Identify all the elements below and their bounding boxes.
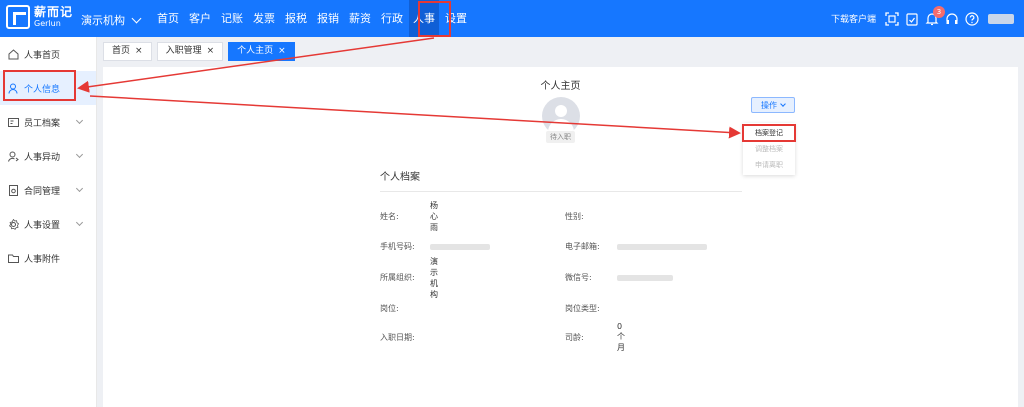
annotation-box-personal-info	[3, 70, 76, 101]
logo[interactable]: 薪而记 Gerlun	[6, 5, 73, 29]
field-label: 所属组织:	[380, 273, 415, 282]
logo-text: 薪而记	[34, 5, 74, 19]
field-label: 微信号:	[565, 273, 592, 282]
sidebar-item-label: 人事设置	[24, 220, 61, 231]
redacted-value	[617, 274, 673, 281]
action-menu: 档案登记 调整档案 申请离职	[742, 123, 796, 175]
menu-item-adjust-file[interactable]: 调整档案	[743, 141, 795, 157]
menu-item-apply-resign[interactable]: 申请离职	[743, 157, 795, 173]
field-label: 司龄:	[565, 333, 584, 342]
checklist-icon[interactable]	[905, 12, 919, 26]
sidebar-item-label: 人事异动	[24, 152, 61, 163]
sidebar-item-hr-settings[interactable]: 人事设置	[0, 207, 96, 241]
chevron-down-icon	[75, 218, 84, 227]
field-value: 杨心雨	[430, 201, 438, 232]
tab-label: 入职管理	[165, 46, 202, 56]
sidebar-item-label: 人事首页	[24, 50, 61, 61]
sidebar-item-label: 人事附件	[24, 254, 61, 265]
field-label: 姓名:	[380, 212, 399, 221]
redacted-value	[617, 243, 707, 250]
bell-icon[interactable]: 3	[925, 5, 945, 26]
tab-personal-home[interactable]: 个人主页 ×	[228, 42, 295, 61]
sidebar-item-contracts[interactable]: 合同管理	[0, 173, 96, 207]
redacted-value	[430, 243, 490, 250]
chevron-down-icon	[780, 100, 786, 107]
contract-icon	[8, 184, 19, 196]
field-hire-date: 入职日期:	[380, 332, 415, 343]
org-switcher[interactable]: 演示机构	[81, 12, 142, 28]
field-gender: 性别:	[565, 211, 584, 222]
sidebar-item-label: 合同管理	[24, 186, 61, 197]
chevron-down-icon	[131, 13, 142, 23]
field-org: 所属组织: 演示机构	[380, 257, 438, 299]
nav-customers[interactable]: 客户	[185, 0, 215, 37]
user-avatar[interactable]	[988, 13, 1014, 24]
page-title: 个人主页	[540, 81, 581, 92]
field-phone: 手机号码:	[380, 241, 490, 252]
notification-badge: 3	[933, 5, 945, 18]
tab-bar: 首页 × 入职管理 × 个人主页 ×	[103, 42, 300, 61]
field-email: 电子邮箱:	[565, 241, 707, 252]
sidebar-item-hr-attachments[interactable]: 人事附件	[0, 241, 96, 275]
close-icon[interactable]: ×	[135, 43, 143, 60]
field-name: 姓名: 杨心雨	[380, 201, 438, 232]
user-switch-icon	[8, 151, 19, 162]
field-value: 演示机构	[430, 256, 438, 299]
field-label: 岗位:	[380, 304, 399, 313]
id-card-icon	[8, 117, 19, 128]
scan-icon[interactable]	[885, 11, 899, 26]
home-icon	[8, 48, 19, 60]
field-label: 性别:	[565, 212, 584, 221]
chevron-down-icon	[75, 184, 84, 193]
divider	[380, 191, 742, 192]
tab-label: 首页	[112, 46, 131, 56]
nav-invoice[interactable]: 发票	[249, 0, 279, 37]
folder-icon	[8, 253, 19, 264]
nav-bookkeeping[interactable]: 记账	[217, 0, 247, 37]
help-icon[interactable]	[965, 11, 979, 26]
org-name: 演示机构	[81, 14, 125, 27]
close-icon[interactable]: ×	[278, 43, 286, 60]
download-client-link[interactable]: 下载客户端	[831, 12, 876, 25]
nav-home[interactable]: 首页	[153, 0, 183, 37]
headset-icon[interactable]	[945, 12, 959, 26]
tab-label: 个人主页	[237, 46, 274, 56]
field-label: 岗位类型:	[565, 304, 600, 313]
field-value: 0个月	[617, 322, 625, 352]
gear-icon	[8, 218, 20, 230]
top-navbar: 薪而记 Gerlun 演示机构 首页 客户 记账 发票 报税 报销 薪资 行政 …	[0, 0, 1024, 37]
annotation-box-nav-hr	[418, 1, 451, 37]
sidebar-item-employee-files[interactable]: 员工档案	[0, 105, 96, 139]
field-label: 入职日期:	[380, 333, 415, 342]
profile-avatar	[542, 97, 580, 135]
action-dropdown-button[interactable]: 操作	[751, 97, 795, 113]
field-label: 电子邮箱:	[565, 242, 600, 251]
menu-item-register-file[interactable]: 档案登记	[742, 124, 796, 142]
chevron-down-icon	[75, 150, 84, 159]
nav-admin[interactable]: 行政	[377, 0, 407, 37]
nav-tax[interactable]: 报税	[281, 0, 311, 37]
section-title: 个人档案	[380, 172, 420, 183]
field-tenure: 司龄: 0个月	[565, 322, 625, 352]
logo-subtext: Gerlun	[34, 19, 61, 28]
action-label: 操作	[761, 100, 777, 110]
tab-onboarding[interactable]: 入职管理 ×	[156, 42, 224, 61]
sidebar-item-label: 员工档案	[24, 118, 61, 129]
main-content: 个人主页 待入职 操作 档案登记 调整档案 申请离职 个人档案 姓名: 杨心雨 …	[103, 67, 1018, 407]
field-wechat: 微信号:	[565, 272, 673, 283]
nav-payroll[interactable]: 薪资	[345, 0, 375, 37]
status-badge: 待入职	[546, 131, 575, 143]
sidebar-item-hr-home[interactable]: 人事首页	[0, 37, 96, 71]
field-post: 岗位:	[380, 303, 399, 314]
sidebar-item-hr-changes[interactable]: 人事异动	[0, 139, 96, 173]
field-label: 手机号码:	[380, 242, 415, 251]
tab-home[interactable]: 首页 ×	[103, 42, 152, 61]
chevron-down-icon	[75, 116, 84, 125]
field-post-type: 岗位类型:	[565, 303, 600, 314]
logo-icon	[6, 5, 30, 29]
nav-reimbursement[interactable]: 报销	[313, 0, 343, 37]
close-icon[interactable]: ×	[207, 43, 215, 60]
